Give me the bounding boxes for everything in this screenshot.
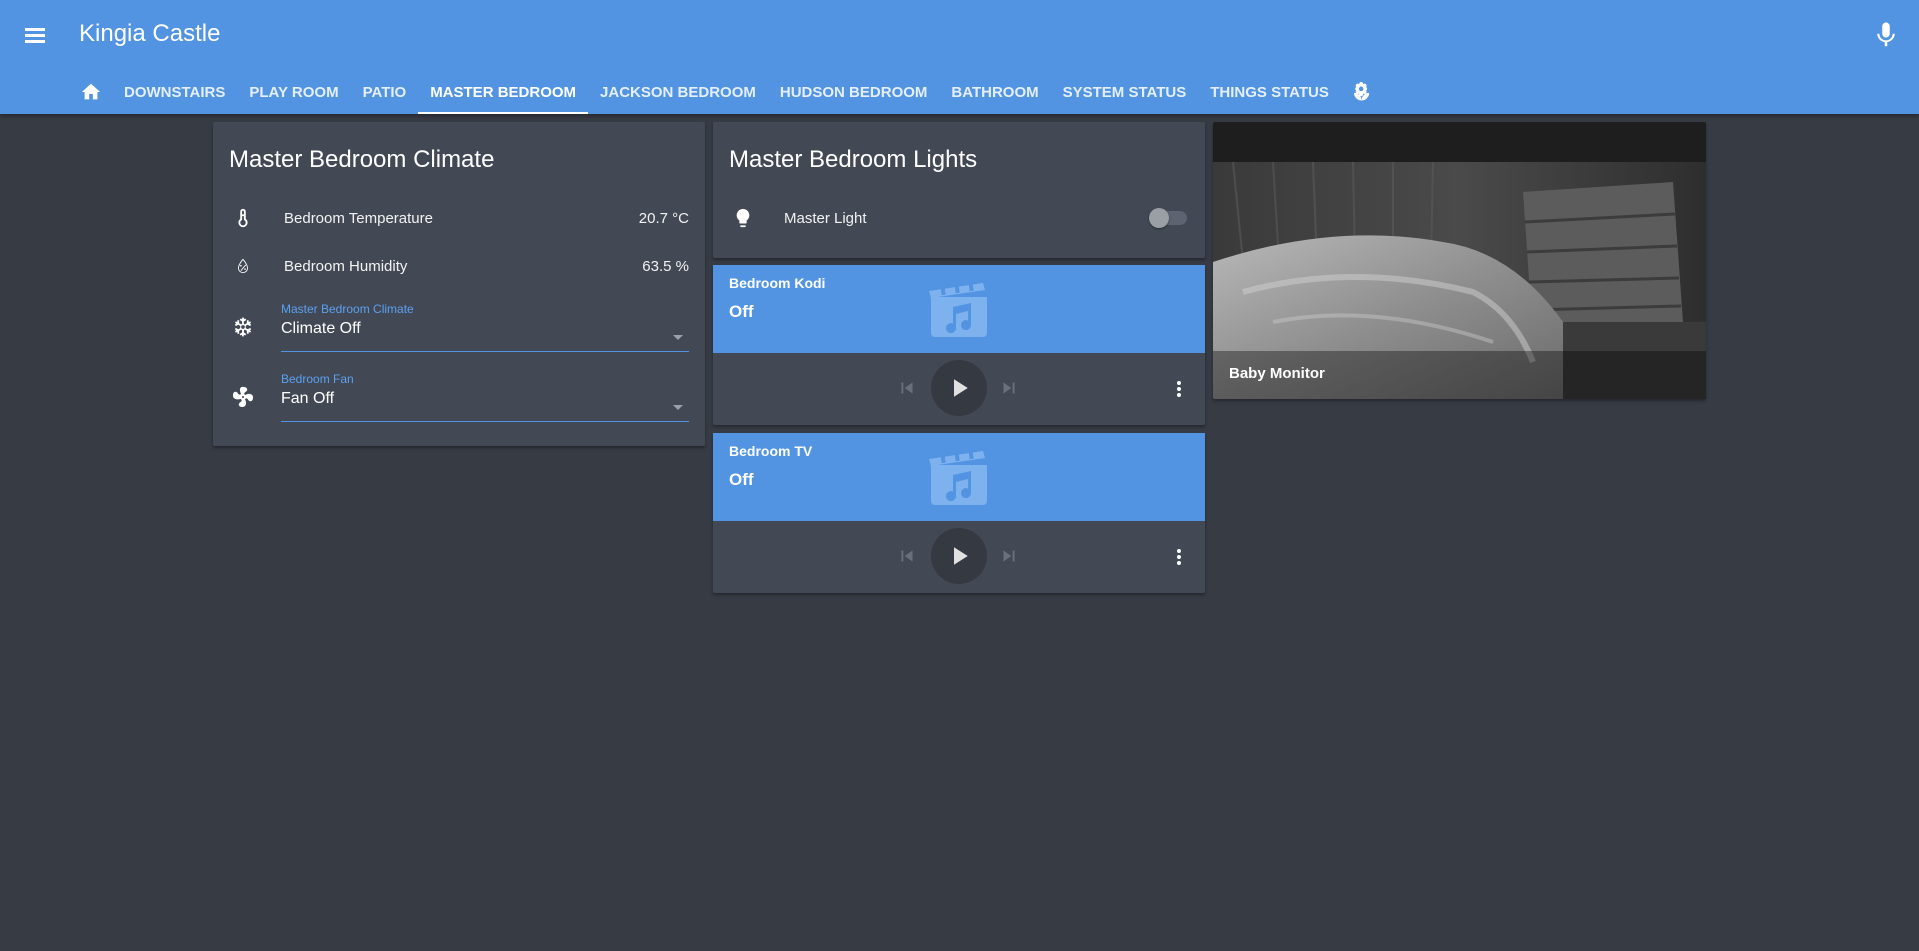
next-track-icon[interactable]	[998, 545, 1020, 567]
camera-caption-bar: Baby Monitor	[1213, 351, 1706, 399]
tab-hudson-bedroom[interactable]: HUDSON BEDROOM	[768, 70, 940, 114]
climate-select-label: Master Bedroom Climate	[281, 302, 414, 316]
chevron-down-icon	[673, 335, 683, 340]
lights-card: Master Bedroom Lights Master Light	[713, 122, 1205, 258]
media-player-state: Off	[729, 302, 754, 321]
select-underline	[281, 351, 689, 352]
fan-icon	[231, 385, 255, 409]
media-player-state: Off	[729, 470, 754, 489]
select-underline	[281, 421, 689, 422]
more-vert-icon[interactable]	[1167, 543, 1191, 571]
snowflake-icon	[231, 315, 255, 339]
play-button[interactable]	[931, 528, 987, 584]
temperature-row[interactable]: Bedroom Temperature 20.7 °C	[213, 198, 705, 238]
play-icon	[954, 379, 968, 397]
thermometer-icon	[231, 206, 255, 230]
media-card-bedroom-tv: Bedroom TV Off	[713, 433, 1205, 593]
humidity-label: Bedroom Humidity	[284, 257, 408, 275]
master-light-toggle[interactable]	[1149, 208, 1187, 228]
tab-jackson-bedroom[interactable]: JACKSON BEDROOM	[588, 70, 768, 114]
media-player-name: Bedroom TV	[729, 443, 813, 459]
media-controls	[713, 353, 1205, 425]
movie-music-icon	[927, 280, 991, 337]
tab-home[interactable]	[70, 70, 112, 114]
tab-system-status[interactable]: SYSTEM STATUS	[1051, 70, 1199, 114]
humidity-row[interactable]: Bedroom Humidity 63.5 %	[213, 246, 705, 286]
climate-select-value: Climate Off	[281, 320, 361, 337]
media-card-bedroom-kodi: Bedroom Kodi Off	[713, 265, 1205, 425]
camera-card[interactable]: Baby Monitor	[1213, 122, 1706, 399]
fan-select[interactable]: Bedroom Fan Fan Off	[281, 372, 689, 422]
tab-patio[interactable]: PATIO	[351, 70, 419, 114]
tab-flower[interactable]	[1341, 70, 1383, 114]
climate-select[interactable]: Master Bedroom Climate Climate Off	[281, 302, 689, 352]
tab-bathroom[interactable]: BATHROOM	[939, 70, 1050, 114]
fan-select-value: Fan Off	[281, 390, 335, 407]
movie-music-icon	[927, 448, 991, 505]
master-light-row[interactable]: Master Light	[713, 198, 1205, 238]
more-vert-icon[interactable]	[1167, 375, 1191, 403]
media-controls	[713, 521, 1205, 593]
tab-master-bedroom[interactable]: MASTER BEDROOM	[418, 70, 588, 114]
home-icon	[81, 83, 101, 100]
flower-icon	[1353, 81, 1370, 101]
app-title: Kingia Castle	[79, 20, 221, 47]
chevron-down-icon	[673, 405, 683, 410]
climate-select-row: Master Bedroom Climate Climate Off	[213, 302, 705, 352]
master-light-label: Master Light	[784, 209, 867, 227]
fan-select-label: Bedroom Fan	[281, 372, 354, 386]
tab-play-room[interactable]: PLAY ROOM	[237, 70, 350, 114]
previous-track-icon[interactable]	[896, 377, 918, 399]
play-icon	[954, 547, 968, 565]
next-track-icon[interactable]	[998, 377, 1020, 399]
temperature-label: Bedroom Temperature	[284, 209, 433, 227]
microphone-icon[interactable]	[1871, 20, 1901, 50]
card-title: Master Bedroom Lights	[729, 146, 978, 173]
card-title: Master Bedroom Climate	[229, 146, 495, 173]
previous-track-icon[interactable]	[896, 545, 918, 567]
water-percent-icon	[231, 254, 255, 278]
media-player-name: Bedroom Kodi	[729, 275, 826, 291]
camera-caption: Baby Monitor	[1229, 365, 1325, 382]
menu-icon[interactable]	[22, 22, 48, 48]
tab-downstairs[interactable]: DOWNSTAIRS	[112, 70, 237, 114]
tab-things-status[interactable]: THINGS STATUS	[1198, 70, 1341, 114]
toggle-knob	[1149, 208, 1169, 228]
temperature-value: 20.7 °C	[638, 209, 689, 227]
humidity-value: 63.5 %	[642, 257, 689, 275]
climate-card: Master Bedroom Climate Bedroom Temperatu…	[213, 122, 705, 446]
view-tabs: DOWNSTAIRS PLAY ROOM PATIO MASTER BEDROO…	[70, 70, 1383, 114]
media-header[interactable]: Bedroom Kodi Off	[713, 265, 1205, 353]
media-header[interactable]: Bedroom TV Off	[713, 433, 1205, 521]
app-header: Kingia Castle DOWNSTAIRS PLAY ROOM PATIO…	[0, 0, 1919, 114]
fan-select-row: Bedroom Fan Fan Off	[213, 372, 705, 422]
play-button[interactable]	[931, 360, 987, 416]
lightbulb-icon	[731, 206, 755, 230]
